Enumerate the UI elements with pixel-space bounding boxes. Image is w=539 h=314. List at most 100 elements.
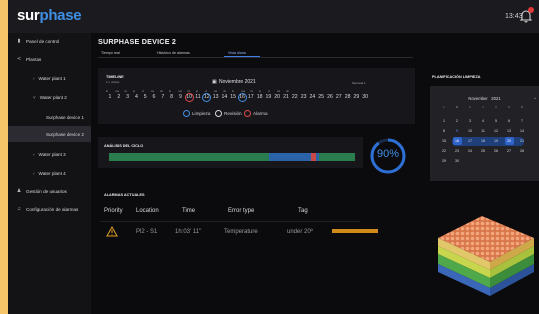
sidebar-item-water-plant-3[interactable]: › Water plant 3 [8, 147, 91, 161]
left-accent-bar [0, 0, 8, 314]
timeline-day[interactable]: 27 [334, 94, 343, 100]
calendar-day[interactable]: 29 [440, 157, 449, 165]
timeline-day[interactable]: 12 [202, 94, 211, 100]
next-month-icon[interactable]: → [532, 95, 537, 101]
cycle-bar [109, 153, 355, 161]
calendar-day[interactable]: 9 [453, 127, 462, 135]
planning-calendar-header[interactable]: November 2021 [430, 96, 539, 101]
calendar-day[interactable]: 27 [505, 147, 514, 155]
calendar-day[interactable]: 2 [453, 117, 462, 125]
calendar-day[interactable]: 11 [479, 127, 488, 135]
timeline-weekday: sá [277, 89, 280, 93]
calendar-day[interactable]: 16 [452, 137, 462, 145]
timeline-day[interactable]: 11 [194, 94, 203, 100]
calendar-day[interactable]: 24 [466, 147, 475, 155]
timeline-day[interactable]: 8 [167, 94, 176, 100]
app-logo[interactable]: surphase [17, 7, 82, 24]
calendar-day[interactable]: 7 [518, 117, 527, 125]
sidebar-item-panel-de-control[interactable]: ▮ Panel de control [8, 34, 91, 48]
timeline-day[interactable]: 2 [114, 94, 123, 100]
surface-layers-illustration [438, 216, 534, 296]
timeline-weekday: ju [259, 89, 262, 93]
calendar-day[interactable]: 8 [440, 127, 449, 135]
timeline-weekday: lu [232, 89, 235, 93]
calendar-day[interactable]: 5 [492, 117, 501, 125]
timeline-day[interactable]: 14 [220, 94, 229, 100]
timeline-day[interactable]: 5 [141, 94, 150, 100]
tab-historico-alarmas[interactable]: Histórico de alarmas [157, 51, 190, 55]
timeline-day[interactable]: 6 [150, 94, 159, 100]
calendar-day[interactable]: 13 [505, 127, 514, 135]
timeline-day[interactable]: 20 [273, 94, 282, 100]
page-title: SURPHASE DEVICE 2 [98, 37, 177, 46]
calendar-icon[interactable]: ▣ [212, 79, 217, 85]
timeline-day[interactable]: 25 [317, 94, 326, 100]
sidebar-item-surphase-device-2[interactable]: Surphase device 2 [8, 126, 91, 142]
timeline-day[interactable]: 29 [352, 94, 361, 100]
sidebar-item-water-plant-4[interactable]: › Water plant 4 [8, 166, 91, 180]
calendar-day[interactable]: 26 [492, 147, 501, 155]
calendar-day[interactable]: 20 [504, 137, 514, 145]
timeline-day[interactable]: 9 [176, 94, 185, 100]
calendar-weekday: L [443, 105, 445, 109]
timeline-day[interactable]: 19 [264, 94, 273, 100]
alarms-header-tag: Tag [298, 208, 308, 214]
timeline-day[interactable]: 13 [211, 94, 220, 100]
timeline-day[interactable]: 30 [361, 94, 370, 100]
calendar-day[interactable]: 23 [453, 147, 462, 155]
timeline-day[interactable]: 21 [282, 94, 291, 100]
sidebar-item-surphase-device-1[interactable]: Surphase device 1 [8, 110, 91, 124]
calendar-day[interactable]: 19 [492, 137, 501, 145]
calendar-day[interactable]: 6 [505, 117, 514, 125]
sidebar-item-configuracion-alarmas[interactable]: ♫ Configuración de alarmas [8, 202, 91, 216]
timeline-day[interactable]: 26 [326, 94, 335, 100]
timeline-day[interactable]: 17 [246, 94, 255, 100]
alarm-severity-strip [332, 229, 378, 233]
timeline-day[interactable]: 18 [255, 94, 264, 100]
alarms-header-divider [100, 221, 360, 222]
calendar-day[interactable]: 28 [518, 147, 527, 155]
calendar-day[interactable]: 18 [479, 137, 488, 145]
timeline-day[interactable]: 28 [343, 94, 352, 100]
timeline-day[interactable]: 24 [308, 94, 317, 100]
timeline-day[interactable]: 22 [290, 94, 299, 100]
alarms-header-error-type: Error type [228, 208, 255, 214]
cycle-segment-limpieza [269, 153, 311, 161]
timeline-range-label[interactable]: Semana 1 [352, 81, 366, 85]
alarm-location: Pl2 - S1 [136, 229, 158, 235]
calendar-day[interactable]: 22 [440, 147, 449, 155]
timeline-day[interactable]: 15 [229, 94, 238, 100]
timeline-day[interactable]: 23 [299, 94, 308, 100]
warning-icon [106, 226, 118, 237]
tab-tiempo-real[interactable]: Tiempo real [101, 51, 120, 55]
calendar-day[interactable]: 14 [518, 127, 527, 135]
analysis-title: ANÁLISIS DEL CICLO [104, 144, 144, 148]
timeline-month[interactable]: Noviembre 2021 [219, 79, 256, 85]
sidebar-item-plantas[interactable]: ≺ Plantas [8, 52, 91, 66]
calendar-day[interactable]: 15 [440, 137, 449, 145]
timeline-day[interactable]: 4 [132, 94, 141, 100]
timeline-day[interactable]: 7 [158, 94, 167, 100]
timeline-weekday: lu [106, 89, 109, 93]
sidebar-item-gestion-usuarios[interactable]: ♟ Gestión de usuarios [8, 184, 91, 198]
timeline-day[interactable]: 3 [123, 94, 132, 100]
calendar-day[interactable]: 21 [518, 137, 527, 145]
calendar-day[interactable]: 17 [466, 137, 475, 145]
calendar-day[interactable]: 4 [479, 117, 488, 125]
timeline-weekday: mi [124, 89, 127, 93]
sidebar-item-water-plant-1[interactable]: › Water plant 1 [8, 71, 91, 85]
timeline-title: TIMELINE [106, 75, 124, 79]
legend-item-revision: Revisión [215, 110, 242, 117]
timeline-day[interactable]: 1 [106, 94, 115, 100]
calendar-day[interactable]: 25 [479, 147, 488, 155]
calendar-day[interactable]: 1 [440, 117, 449, 125]
timeline-weekday: sá [214, 89, 217, 93]
tab-vista-diaria[interactable]: Vista diaria [228, 51, 246, 55]
sidebar-item-water-plant-2[interactable]: ˅ Water plant 2 [8, 90, 91, 104]
calendar-day[interactable]: 30 [453, 157, 462, 165]
calendar-day[interactable]: 12 [492, 127, 501, 135]
timeline-day[interactable]: 16 [238, 94, 247, 100]
timeline-day[interactable]: 10 [185, 94, 194, 100]
calendar-day[interactable]: 3 [466, 117, 475, 125]
calendar-day[interactable]: 10 [466, 127, 475, 135]
